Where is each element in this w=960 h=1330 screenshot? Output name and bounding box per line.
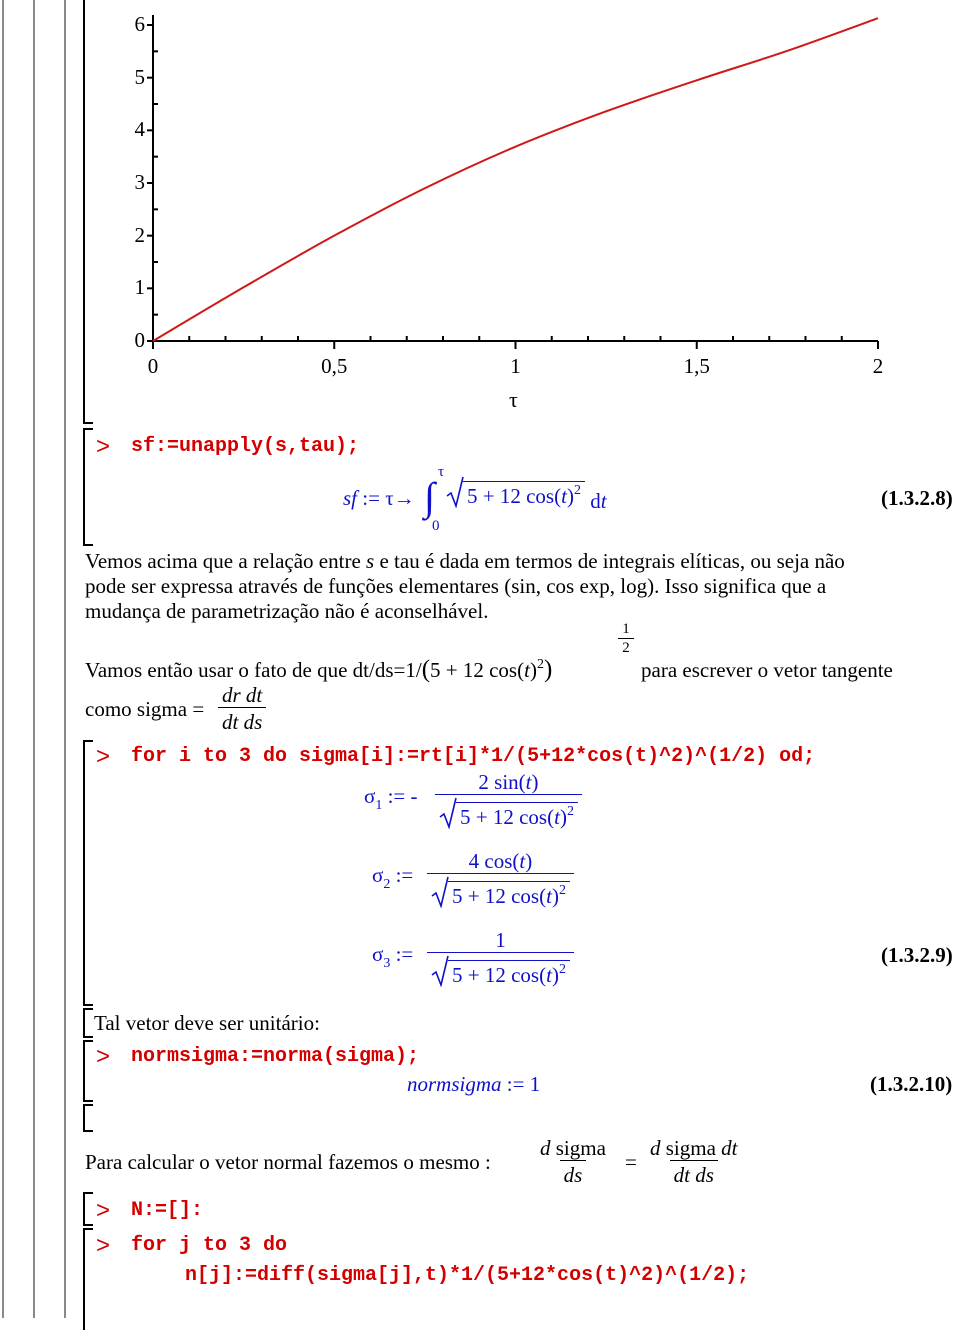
y-tick-label: 4	[134, 117, 146, 142]
y-tick-label: 6	[134, 12, 146, 36]
group-bracket-normsigma[interactable]	[83, 1040, 93, 1102]
y-tick-label: 0	[134, 328, 146, 352]
x-tick-label: 0,5	[321, 354, 348, 378]
paragraph-line: mudança de parametrização não é aconselh…	[85, 599, 489, 623]
group-bracket-sigma[interactable]	[83, 740, 93, 1006]
greater-than-prompt-icon: >	[96, 1232, 111, 1259]
assign: := τ→	[357, 486, 415, 510]
output-math: sf := τ→	[343, 486, 415, 510]
paragraph-line: Para calcular o vetor normal fazemos o m…	[85, 1150, 491, 1174]
group-bracket-empty[interactable]	[83, 1104, 93, 1132]
greater-than-prompt-icon: >	[96, 1043, 111, 1070]
input-command-continuation[interactable]: n[j]:=diff(sigma[j],t)*1/(5+12*cos(t)^2)…	[185, 1264, 749, 1288]
greater-than-prompt-icon: >	[96, 1197, 111, 1224]
y-tick-label: 3	[134, 170, 146, 194]
sigma-3-lhs: σ3 :=	[372, 942, 414, 971]
sigma-1-fraction: 2 sin(t) 5 + 12 cos(t)2	[435, 770, 582, 829]
lhs: sf	[343, 486, 358, 510]
integral-lower: 0	[432, 518, 440, 534]
output-math: normsigma := 1	[407, 1072, 541, 1096]
paragraph-line: para escrever o vetor tangente	[641, 658, 893, 682]
group-bracket-sf[interactable]	[83, 428, 93, 546]
integral-upper: τ	[438, 464, 445, 480]
arc-length-plot: 0 1 2 3 4 5 6 0 0,5 1 1,5 2 τ	[0, 0, 960, 420]
x-tick-label: 2	[872, 354, 884, 378]
input-command[interactable]: sf:=unapply(s,tau);	[131, 435, 359, 459]
equals-sign: =	[625, 1150, 637, 1174]
x-tick-label: 1,5	[683, 354, 710, 378]
equation-label: (1.3.2.8)	[881, 486, 953, 510]
integrand: 5 + 12 cos(t)2 dt	[446, 476, 607, 513]
exponent-fraction: 12	[618, 620, 634, 657]
group-bracket-for[interactable]	[83, 1228, 93, 1330]
y-tick-label: 2	[134, 222, 146, 247]
sigma-2-lhs: σ2 :=	[372, 863, 414, 892]
sigma-2-fraction: 4 cos(t) 5 + 12 cos(t)2	[427, 849, 574, 908]
input-command[interactable]: N:=[]:	[131, 1199, 203, 1223]
sigma-1-lhs: σ1 := -	[364, 784, 418, 813]
x-axis-label: τ	[509, 387, 518, 412]
curve-line	[152, 17, 879, 342]
fraction: d sigma ds	[540, 1136, 606, 1187]
x-tick-label: 1	[510, 354, 521, 378]
sigma-3-fraction: 1 5 + 12 cos(t)2	[427, 928, 574, 987]
sqrt: 5 + 12 cos(t)2	[446, 476, 585, 508]
equation-label: (1.3.2.10)	[870, 1072, 953, 1096]
fraction: d sigma dt dt ds	[650, 1136, 738, 1187]
paragraph-line: Vamos então usar o fato de que dt/ds=1/(…	[85, 656, 553, 683]
fraction: dr dt dt ds	[218, 683, 267, 734]
input-command[interactable]: for j to 3 do	[131, 1234, 287, 1258]
equation-label: (1.3.2.9)	[881, 943, 953, 967]
greater-than-prompt-icon: >	[96, 433, 111, 460]
y-tick-label: 5	[134, 64, 146, 89]
group-bracket-text[interactable]	[83, 1008, 93, 1038]
x-tick-label: 0	[147, 354, 159, 378]
paragraph-line: Tal vetor deve ser unitário:	[94, 1011, 320, 1035]
paragraph-line: como sigma =	[85, 697, 205, 721]
paragraph-line: pode ser expressa através de funções ele…	[85, 574, 827, 598]
plot-canvas	[147, 15, 879, 349]
greater-than-prompt-icon: >	[96, 743, 111, 770]
group-bracket-N[interactable]	[83, 1192, 93, 1226]
input-command[interactable]: for i to 3 do sigma[i]:=rt[i]*1/(5+12*co…	[131, 745, 815, 769]
y-tick-label: 1	[134, 275, 146, 300]
paragraph-line: Vemos acima que a relação entre s e tau …	[85, 549, 845, 573]
input-command[interactable]: normsigma:=norma(sigma);	[131, 1045, 419, 1069]
